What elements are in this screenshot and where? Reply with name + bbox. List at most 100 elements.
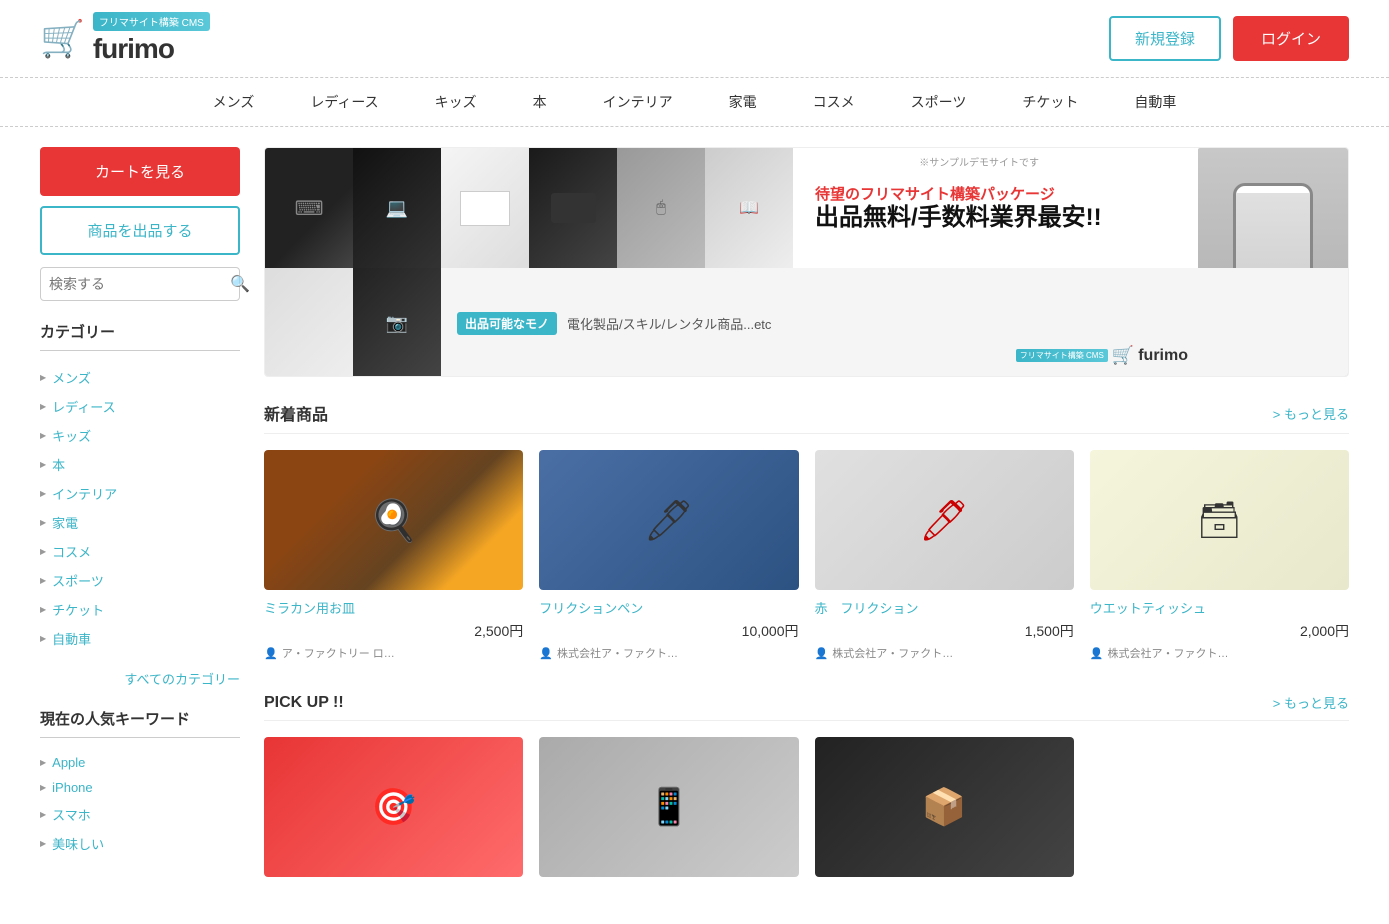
register-button[interactable]: 新規登録: [1109, 16, 1221, 61]
pickup-grid: 🎯 📱 📦: [264, 737, 1349, 885]
sidebar-item-ladies[interactable]: レディース: [40, 392, 240, 421]
product-card-2[interactable]: 🖊 赤 フリクション 1,500円 👤 株式会社ア・ファクト…: [815, 450, 1074, 661]
keyword-iphone[interactable]: iPhone: [40, 775, 240, 800]
pen-red-icon: 🖊: [919, 497, 970, 544]
all-categories-link[interactable]: すべてのカテゴリー: [40, 669, 240, 688]
main-layout: カートを見る 商品を出品する 🔍 カテゴリー メンズ レディース キッズ 本 イ…: [0, 127, 1389, 905]
banner-bottom-content: 出品可能なモノ 電化製品/スキル/レンタル商品...etc: [441, 312, 787, 335]
product-name-3[interactable]: ウエットティッシュ: [1090, 598, 1349, 617]
pickup-more-link[interactable]: > もっと見る: [1273, 693, 1349, 712]
sidebar-item-book[interactable]: 本: [40, 450, 240, 479]
product-seller-1: 👤 株式会社ア・ファクト…: [539, 645, 798, 661]
person-icon: 👤: [264, 647, 278, 660]
keyboard-icon: ⌨: [295, 196, 324, 221]
category-list: メンズ レディース キッズ 本 インテリア 家電 コスメ スポーツ チケット 自…: [40, 363, 240, 653]
mouse-icon: 🖱: [656, 199, 666, 217]
tablet-icon: [551, 193, 596, 223]
banner-logo-name: furimo: [1138, 347, 1188, 365]
product-grid: 🍳 ミラカン用お皿 2,500円 👤 ア・ファクトリー ロ… 🖊 フリクションペ…: [264, 450, 1349, 661]
header: 🛒 フリマサイト構築 CMS furimo 新規登録 ログイン: [0, 0, 1389, 78]
nav-item-sports[interactable]: スポーツ: [883, 78, 995, 126]
pickup-card-1[interactable]: 📱: [539, 737, 798, 885]
nav-item-electronics[interactable]: 家電: [701, 78, 785, 126]
logo: 🛒 フリマサイト構築 CMS furimo: [40, 12, 210, 65]
pickup-header: PICK UP !! > もっと見る: [264, 693, 1349, 721]
food-icon: 🍳: [369, 497, 419, 544]
banner-thumb-3: [441, 148, 529, 268]
banner-thumb-1: ⌨: [265, 148, 353, 268]
search-box: 🔍: [40, 267, 240, 301]
sidebar-item-cosme[interactable]: コスメ: [40, 537, 240, 566]
sidebar-item-sports[interactable]: スポーツ: [40, 566, 240, 595]
pickup-icon-1: 📱: [646, 786, 691, 828]
cart-button[interactable]: カートを見る: [40, 147, 240, 196]
banner-main-text: ※サンプルデモサイトです 待望のフリマサイト構築パッケージ 出品無料/手数料業界…: [795, 148, 1198, 268]
banner-badge: 出品可能なモノ: [457, 312, 557, 335]
new-items-title: 新着商品: [264, 401, 328, 425]
search-input[interactable]: [49, 276, 230, 292]
nav-item-ticket[interactable]: チケット: [994, 78, 1106, 126]
pen-icon: 🖊: [643, 497, 694, 544]
sidebar-item-mens[interactable]: メンズ: [40, 363, 240, 392]
nav-item-kids[interactable]: キッズ: [407, 78, 505, 126]
product-name-2[interactable]: 赤 フリクション: [815, 598, 1074, 617]
pickup-title: PICK UP !!: [264, 694, 344, 712]
sidebar-item-ticket[interactable]: チケット: [40, 595, 240, 624]
keyword-smartphone[interactable]: スマホ: [40, 800, 240, 829]
popular-keywords-title: 現在の人気キーワード: [40, 708, 240, 738]
product-image-1: 🖊: [539, 450, 798, 590]
nav-item-ladies[interactable]: レディース: [282, 78, 406, 126]
banner: ⌨ 💻 🖱 📖 ※サンプルデモサイ: [264, 147, 1349, 377]
main-nav: メンズ レディース キッズ 本 インテリア 家電 コスメ スポーツ チケット 自…: [0, 78, 1389, 127]
product-price-3: 2,000円: [1090, 621, 1349, 641]
product-price-2: 1,500円: [815, 621, 1074, 641]
product-card-0[interactable]: 🍳 ミラカン用お皿 2,500円 👤 ア・ファクトリー ロ…: [264, 450, 523, 661]
sidebar-item-kids[interactable]: キッズ: [40, 421, 240, 450]
product-price-1: 10,000円: [539, 621, 798, 641]
product-name-0[interactable]: ミラカン用お皿: [264, 598, 523, 617]
product-name-1[interactable]: フリクションペン: [539, 598, 798, 617]
banner-subtitle: 待望のフリマサイト構築パッケージ: [815, 183, 1178, 204]
banner-bottom-thumb-1: [265, 268, 353, 377]
laptop-icon: 💻: [386, 198, 408, 219]
sidebar-item-electronics[interactable]: 家電: [40, 508, 240, 537]
pickup-image-2: 📦: [815, 737, 1074, 877]
pickup-icon-0: 🎯: [371, 786, 416, 828]
login-button[interactable]: ログイン: [1233, 16, 1349, 61]
person-icon-3: 👤: [1090, 647, 1104, 660]
nav-item-mens[interactable]: メンズ: [185, 78, 283, 126]
pickup-card-0[interactable]: 🎯: [264, 737, 523, 885]
person-icon-1: 👤: [539, 647, 553, 660]
sidebar-item-interior[interactable]: インテリア: [40, 479, 240, 508]
banner-bottom-thumb-2: 📷: [353, 268, 441, 377]
tissue-icon: 🗃: [1197, 499, 1243, 541]
search-icon[interactable]: 🔍: [230, 274, 250, 294]
sidebar-item-car[interactable]: 自動車: [40, 624, 240, 653]
nav-item-car[interactable]: 自動車: [1106, 78, 1204, 126]
logo-text: フリマサイト構築 CMS furimo: [93, 12, 210, 65]
product-card-1[interactable]: 🖊 フリクションペン 10,000円 👤 株式会社ア・ファクト…: [539, 450, 798, 661]
new-items-more-link[interactable]: > もっと見る: [1273, 404, 1349, 423]
nav-item-book[interactable]: 本: [505, 78, 575, 126]
pickup-card-2[interactable]: 📦: [815, 737, 1074, 885]
camera-icon: 📷: [386, 313, 408, 334]
logo-name: furimo: [93, 33, 210, 65]
banner-logo-badge: フリマサイト構築 CMS: [1016, 349, 1108, 362]
product-card-3[interactable]: 🗃 ウエットティッシュ 2,000円 👤 株式会社ア・ファクト…: [1090, 450, 1349, 661]
banner-thumb-2: 💻: [353, 148, 441, 268]
category-section-title: カテゴリー: [40, 321, 240, 351]
banner-cart-icon: 🛒: [1112, 345, 1134, 366]
nav-item-cosme[interactable]: コスメ: [785, 78, 883, 126]
banner-thumb-6: 📖: [705, 148, 793, 268]
product-price-0: 2,500円: [264, 621, 523, 641]
pickup-image-1: 📱: [539, 737, 798, 877]
product-image-3: 🗃: [1090, 450, 1349, 590]
product-seller-0: 👤 ア・ファクトリー ロ…: [264, 645, 523, 661]
keyword-delicious[interactable]: 美味しい: [40, 829, 240, 858]
pickup-icon-2: 📦: [922, 786, 967, 828]
sell-button[interactable]: 商品を出品する: [40, 206, 240, 255]
product-image-2: 🖊: [815, 450, 1074, 590]
keyword-apple[interactable]: Apple: [40, 750, 240, 775]
nav-item-interior[interactable]: インテリア: [575, 78, 701, 126]
person-icon-2: 👤: [815, 647, 829, 660]
